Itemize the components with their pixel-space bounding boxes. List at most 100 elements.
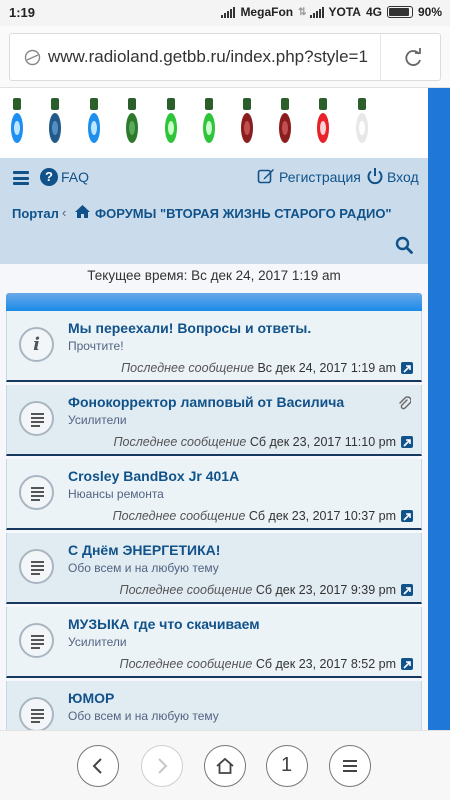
home-icon: [216, 757, 234, 774]
current-time: Текущее время: Вс дек 24, 2017 1:19 am: [87, 268, 341, 283]
home-button[interactable]: [204, 745, 246, 787]
topic-forum[interactable]: Прочтите!: [68, 339, 124, 353]
topic-title[interactable]: Crosley BandBox Jr 401A: [68, 468, 239, 484]
data-arrows-icon: ⇅: [298, 6, 307, 18]
bulb-icon: [49, 98, 61, 143]
last-post-label: Последнее сообщение: [112, 509, 246, 523]
battery-percent: 90%: [417, 5, 442, 19]
carrier-1: MegaFon: [240, 5, 294, 19]
page-side-strip: [428, 88, 450, 730]
topic-icon: [19, 401, 54, 436]
last-post-label: Последнее сообщение: [113, 435, 247, 449]
url-bar[interactable]: www.radioland.getbb.ru/index.php?style=1: [9, 33, 441, 81]
topic-forum[interactable]: Обо всем и на любую тему: [68, 709, 219, 723]
topic-forum[interactable]: Усилители: [68, 635, 127, 649]
last-post-date: Вс дек 24, 2017 1:19 am: [257, 361, 396, 375]
topic-title[interactable]: С Днём ЭНЕРГЕТИКА!: [68, 542, 220, 558]
top-nav: ? FAQ Регистрация Вход: [0, 158, 428, 198]
login-link[interactable]: Вход: [387, 169, 419, 185]
topic-last-post: Последнее сообщение Сб дек 23, 2017 11:1…: [114, 435, 397, 449]
browser-toolbar: www.radioland.getbb.ru/index.php?style=1: [0, 26, 450, 88]
bulb-icon: [279, 98, 291, 143]
goto-last-post-icon[interactable]: [401, 658, 413, 670]
topic-icon: [19, 623, 54, 658]
topic-row[interactable]: МУЗЫКА где что скачиваем Усилители Последн…: [6, 607, 422, 678]
topic-icon: [19, 549, 54, 584]
bulb-icon: [88, 98, 100, 143]
forum-header: ? FAQ Регистрация Вход Портал ‹ ФОРУМЫ "…: [0, 158, 428, 264]
topic-icon: [19, 697, 54, 730]
browser-bottom-bar: 1: [0, 730, 450, 800]
forward-icon: [158, 758, 168, 774]
topic-last-post: Последнее сообщение Сб дек 23, 2017 10:3…: [113, 509, 396, 523]
last-post-label: Последнее сообщение: [119, 657, 253, 671]
signal-icon: [221, 6, 236, 18]
topic-last-post: Последнее сообщение Вс дек 24, 2017 1:19…: [121, 361, 396, 375]
last-post-label: Последнее сообщение: [119, 583, 253, 597]
signal-icon-2: [309, 6, 324, 18]
question-icon[interactable]: ?: [40, 168, 58, 186]
topic-row[interactable]: Crosley BandBox Jr 401A Нюансы ремонта Пос…: [6, 459, 422, 530]
hamburger-menu-icon[interactable]: [13, 171, 29, 185]
url-divider: [380, 34, 381, 80]
web-page: ? FAQ Регистрация Вход Портал ‹ ФОРУМЫ "…: [0, 88, 428, 730]
topic-forum[interactable]: Обо всем и на любую тему: [68, 561, 219, 575]
register-link[interactable]: Регистрация: [279, 169, 361, 185]
bulb-icon: [11, 98, 23, 143]
menu-icon: [343, 760, 357, 772]
topic-title[interactable]: МУЗЫКА где что скачиваем: [68, 616, 260, 632]
status-time: 1:19: [9, 5, 36, 20]
bulb-icon: [126, 98, 138, 143]
topic-row[interactable]: ЮМОР Обо всем и на любую тему: [6, 681, 422, 730]
battery-icon: [386, 6, 413, 18]
tabs-counter: 1: [280, 754, 293, 776]
topic-icon: [19, 475, 54, 510]
globe-icon: [24, 49, 41, 66]
goto-last-post-icon[interactable]: [401, 510, 413, 522]
bulb-icon: [241, 98, 253, 143]
back-icon: [92, 758, 102, 774]
bulb-icon: [356, 98, 368, 143]
goto-last-post-icon[interactable]: [401, 362, 413, 374]
status-indicators: MegaFon ⇅ YOTA 4G 90%: [221, 5, 442, 19]
topic-forum[interactable]: Нюансы ремонта: [68, 487, 164, 501]
last-post-date: Сб дек 23, 2017 10:37 pm: [248, 509, 396, 523]
forward-button[interactable]: [141, 745, 183, 787]
breadcrumb-forums[interactable]: ФОРУМЫ "ВТОРАЯ ЖИЗНЬ СТАРОГО РАДИО": [95, 206, 392, 221]
carrier-2: YOTA: [328, 5, 361, 19]
faq-link[interactable]: FAQ: [61, 169, 89, 185]
power-icon[interactable]: [366, 167, 384, 185]
last-post-date: Сб дек 23, 2017 11:10 pm: [249, 435, 396, 449]
edit-icon[interactable]: [257, 167, 275, 185]
topic-row[interactable]: Фонокорректор ламповый от Василича Усилит…: [6, 385, 422, 456]
topic-title[interactable]: Фонокорректор ламповый от Василича: [68, 394, 344, 410]
bulb-icon: [203, 98, 215, 143]
topic-row[interactable]: С Днём ЭНЕРГЕТИКА! Обо всем и на любую те…: [6, 533, 422, 604]
topic-last-post: Последнее сообщение Сб дек 23, 2017 8:52…: [120, 657, 396, 671]
topics-header-bar: [6, 293, 422, 311]
back-button[interactable]: [77, 745, 119, 787]
last-post-date: Сб дек 23, 2017 9:39 pm: [255, 583, 396, 597]
breadcrumb: Портал ‹ ФОРУМЫ "ВТОРАЯ ЖИЗНЬ СТАРОГО РА…: [0, 198, 428, 226]
christmas-lights-banner: [0, 88, 428, 158]
url-text[interactable]: www.radioland.getbb.ru/index.php?style=1: [48, 47, 370, 67]
goto-last-post-icon[interactable]: [401, 584, 413, 596]
breadcrumb-separator: ‹: [62, 205, 67, 220]
menu-button[interactable]: [329, 745, 371, 787]
breadcrumb-portal[interactable]: Портал: [12, 206, 59, 221]
reload-icon[interactable]: [402, 47, 424, 69]
last-post-label: Последнее сообщение: [121, 361, 254, 375]
bulb-icon: [165, 98, 177, 143]
topic-title[interactable]: ЮМОР: [68, 690, 114, 706]
topic-forum[interactable]: Усилители: [68, 413, 127, 427]
last-post-date: Сб дек 23, 2017 8:52 pm: [255, 657, 396, 671]
topic-last-post: Последнее сообщение Сб дек 23, 2017 9:39…: [120, 583, 396, 597]
status-bar: 1:19 MegaFon ⇅ YOTA 4G 90%: [0, 0, 450, 26]
tabs-button[interactable]: 1: [266, 745, 308, 787]
topic-title[interactable]: Мы переехали! Вопросы и ответы.: [68, 320, 311, 336]
goto-last-post-icon[interactable]: [401, 436, 413, 448]
topic-row[interactable]: i Мы переехали! Вопросы и ответы. Прочтите…: [6, 311, 422, 382]
attachment-icon: [399, 396, 411, 410]
search-icon[interactable]: [395, 236, 413, 254]
home-icon[interactable]: [74, 204, 91, 219]
